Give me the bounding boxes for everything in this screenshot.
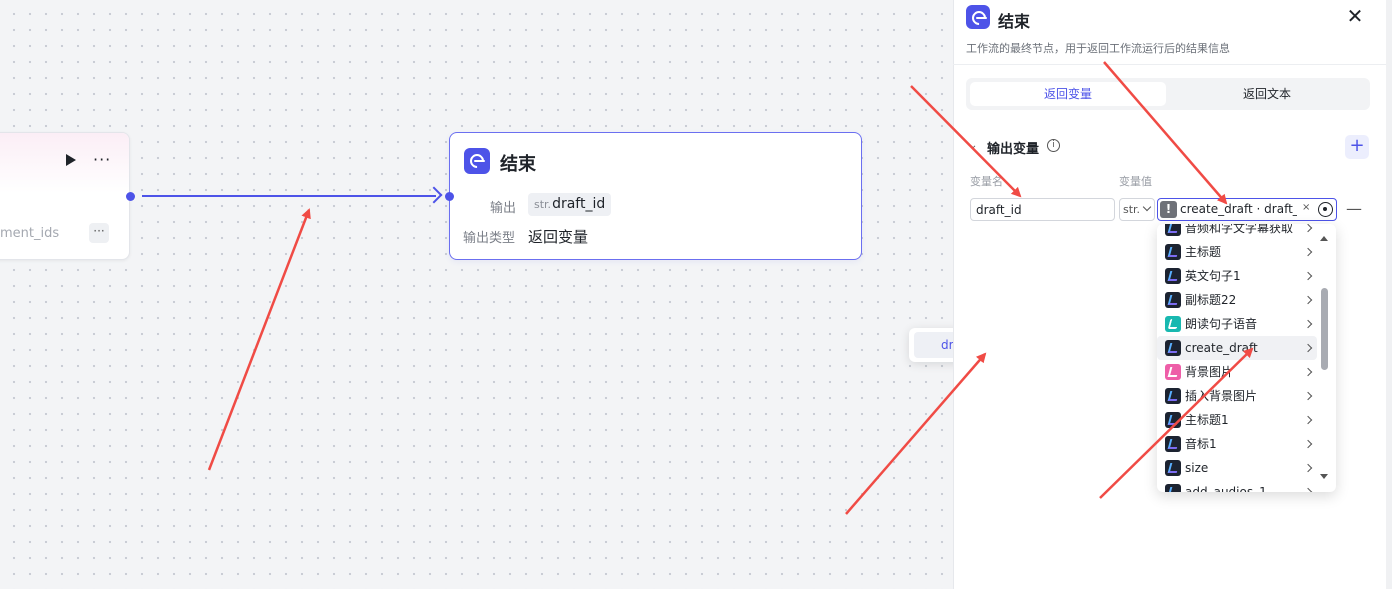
tts-icon [1165,316,1181,332]
dropdown-item[interactable]: 朗读句子语音 [1157,312,1317,336]
plugin-icon [1165,340,1181,356]
dropdown-item-label: 音频和字文字幕获取 [1185,224,1294,235]
plugin-icon [1165,436,1181,452]
chevron-right-icon [1303,224,1313,233]
chevron-right-icon [1303,271,1313,281]
scroll-up-icon[interactable] [1320,236,1328,241]
chevron-right-icon [1303,343,1313,353]
dropdown-item[interactable]: 音频和字文字幕获取 [1157,224,1317,240]
type-select-value: str. [1123,203,1141,216]
chevron-down-icon[interactable]: ⌄ [969,140,977,151]
dropdown-item-label: create_draft [1185,341,1258,355]
variable-dropdown[interactable]: 音频和字文字幕获取 主标题英文句子1 副标题22 朗读句子语音 create_draft… [1157,224,1336,492]
dropdown-item-label: add_audios_1 [1185,485,1267,492]
connection-edge[interactable] [142,195,436,197]
more-icon[interactable]: ··· [93,152,111,168]
panel-title: 结束 [998,12,1031,31]
remove-variable-button[interactable]: — [1346,199,1362,218]
chevron-down-icon [1142,202,1152,212]
chevron-right-icon [1303,487,1313,492]
plugin-icon [1165,268,1181,284]
type-prefix: str. [534,198,552,211]
plugin-icon [1165,292,1181,308]
plugin-icon [1165,244,1181,260]
panel-divider [953,64,1392,65]
output-port[interactable] [126,192,135,201]
chevron-right-icon [1303,247,1313,257]
dropdown-list: 音频和字文字幕获取 主标题英文句子1 副标题22 朗读句子语音 create_draft… [1157,224,1317,492]
end-node-icon [464,148,490,174]
end-node-title: 结束 [500,154,536,175]
plugin-icon [1165,412,1181,428]
dropdown-item[interactable]: size [1157,456,1317,480]
dropdown-item-label: size [1185,461,1209,475]
chevron-right-icon [1303,415,1313,425]
info-icon[interactable]: i [1047,139,1060,152]
dropdown-item-label: 英文句子1 [1185,269,1241,283]
dropdown-item[interactable]: create_draft [1157,336,1317,360]
target-icon[interactable] [1318,202,1333,217]
plugin-icon [1165,388,1181,404]
tab-return-text[interactable]: 返回文本 [1168,82,1366,106]
chevron-right-icon [1303,367,1313,377]
plugin-icon [1165,484,1181,492]
chevron-right-icon [1303,439,1313,449]
dropdown-item-label: 主标题 [1185,245,1222,259]
chevron-right-icon [1303,319,1313,329]
node-output-text: ment_ids [0,226,60,241]
output-variable-tag: str.draft_id [528,193,612,216]
dropdown-item[interactable]: 主标题 [1157,240,1317,264]
chevron-right-icon [1303,463,1313,473]
dropdown-item-label: 背景图片 [1185,365,1234,379]
clear-icon[interactable]: × [1302,202,1310,213]
more-options-button[interactable]: ··· [89,223,109,243]
annotation-arrow [207,208,311,471]
scroll-down-icon[interactable] [1320,474,1328,479]
image-icon [1165,364,1181,380]
dropdown-item[interactable]: 主标题1 [1157,408,1317,432]
output-type-label: 输出类型 [463,231,516,246]
variable-name-input[interactable] [970,198,1115,221]
chevron-right-icon [1303,391,1313,401]
panel-description: 工作流的最终节点，用于返回工作流运行后的结果信息 [966,42,1230,55]
edge-arrowhead [425,186,443,204]
selected-variable-text: create_draft · draft_id [1180,202,1297,216]
panel-scrollbar[interactable] [1386,0,1392,589]
dropdown-item[interactable]: 背景图片 [1157,360,1317,384]
variable-type-select[interactable]: str. [1119,198,1155,221]
input-port[interactable] [445,192,454,201]
plugin-icon [1165,224,1181,236]
add-variable-button[interactable]: + [1345,135,1369,159]
output-label: 输出 [490,201,517,216]
close-icon[interactable]: ✕ [1345,6,1365,26]
output-type-value: 返回变量 [528,228,589,246]
dropdown-item-label: 音标1 [1185,437,1217,451]
dropdown-item-label: 插入背景图片 [1185,389,1258,403]
dropdown-item[interactable]: 副标题22 [1157,288,1317,312]
play-icon[interactable] [66,154,76,166]
dropdown-item[interactable]: 音标1 [1157,432,1317,456]
dropdown-scrollbar[interactable] [1321,288,1328,370]
dropdown-item[interactable]: 英文句子1 [1157,264,1317,288]
end-node-icon [966,5,990,29]
tab-return-variable[interactable]: 返回变量 [970,82,1166,106]
section-title: 输出变量 [987,142,1040,157]
column-label-name: 变量名 [970,175,1003,188]
column-label-value: 变量值 [1119,175,1152,188]
variable-name: draft_id [552,196,606,212]
dropdown-item-label: 副标题22 [1185,293,1237,307]
plugin-icon [1165,460,1181,476]
warning-icon: ! [1160,201,1177,218]
dropdown-item-label: 主标题1 [1185,413,1229,427]
chevron-right-icon [1303,295,1313,305]
dropdown-item-label: 朗读句子语音 [1185,317,1258,331]
dropdown-item[interactable]: add_audios_1 [1157,480,1317,492]
dropdown-item[interactable]: 插入背景图片 [1157,384,1317,408]
